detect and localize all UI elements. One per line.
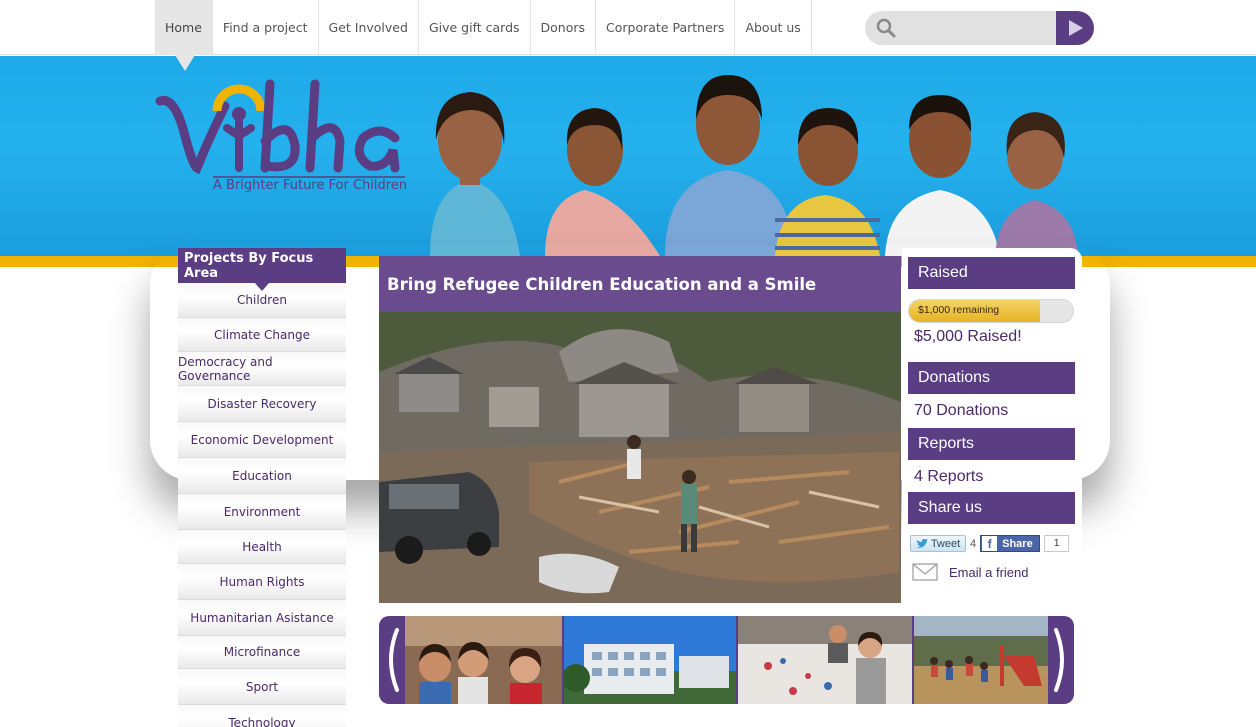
focus-item-sport[interactable]: Sport xyxy=(178,669,346,705)
nav-give-gift-cards-label: Give gift cards xyxy=(428,20,520,35)
focus-item-label: Humanitarian Asistance xyxy=(190,610,334,625)
sidebar-title-text: Projects By Focus Area xyxy=(184,250,314,281)
nav-find-a-project[interactable]: Find a project xyxy=(213,0,319,55)
focus-item-human-rights[interactable]: Human Rights xyxy=(178,564,346,600)
focus-item-label: Environment xyxy=(223,504,301,519)
nav-get-involved-label: Get Involved xyxy=(328,20,408,35)
logo-tagline: A Brighter Future For Children xyxy=(213,178,407,193)
carousel-next-arrow-icon[interactable] xyxy=(1048,616,1074,704)
child-4 xyxy=(775,108,880,256)
search-box xyxy=(865,11,1094,45)
focus-item-disaster-recovery[interactable]: Disaster Recovery xyxy=(178,386,346,422)
focus-item-label: Technology xyxy=(228,715,296,727)
reports-count[interactable]: 4 Reports xyxy=(914,468,983,486)
thumbnail-school-building[interactable] xyxy=(564,616,736,704)
search-submit-button[interactable] xyxy=(1056,11,1094,45)
disaster-debris-photo xyxy=(379,312,901,603)
nav-donors-label: Donors xyxy=(540,20,586,35)
email-a-friend-link[interactable]: Email a friend xyxy=(912,562,1028,582)
focus-item-label: Sport xyxy=(245,679,279,694)
focus-item-label: Human Rights xyxy=(219,574,305,589)
focus-item-label: Education xyxy=(232,468,292,483)
reports-header-text: Reports xyxy=(918,435,975,452)
focus-item-label: Climate Change xyxy=(214,327,310,342)
focus-item-health[interactable]: Health xyxy=(178,530,346,564)
focus-item-humanitarian-asistance[interactable]: Humanitarian Asistance xyxy=(178,600,346,636)
thumbnail-playground[interactable] xyxy=(914,616,1048,704)
nav-about-us-label: About us xyxy=(745,20,801,35)
focus-item-label: Economic Development xyxy=(190,432,334,447)
nav-corporate-partners[interactable]: Corporate Partners xyxy=(596,0,736,55)
focus-item-label: Democracy and Governance xyxy=(178,354,273,383)
child-6 xyxy=(995,112,1078,256)
banner-children-photo xyxy=(430,75,1078,256)
child-2 xyxy=(545,108,660,256)
thumbnail-carousel xyxy=(379,616,1074,704)
focus-item-technology[interactable]: Technology xyxy=(178,705,346,727)
hero-banner: A Brighter Future For Children xyxy=(0,56,1256,256)
child-5 xyxy=(885,95,1000,256)
top-navigation-bar: Home Find a project Get Involved Give gi… xyxy=(0,0,1256,71)
nav-give-gift-cards[interactable]: Give gift cards xyxy=(419,0,531,55)
thumbnail-children-smiling[interactable] xyxy=(405,616,562,704)
share-buttons: Tweet 4 f Share 1 xyxy=(910,535,1070,552)
main-nav: Home Find a project Get Involved Give gi… xyxy=(155,0,812,71)
nav-about-us[interactable]: About us xyxy=(735,0,812,55)
facebook-share-button[interactable]: f Share xyxy=(980,535,1041,552)
focus-item-education[interactable]: Education xyxy=(178,458,346,494)
donations-count[interactable]: 70 Donations xyxy=(914,402,1008,420)
focus-item-label: Disaster Recovery xyxy=(207,396,317,411)
raised-amount: $5,000 Raised! xyxy=(914,328,1022,345)
nav-get-involved[interactable]: Get Involved xyxy=(319,0,419,55)
tweet-button[interactable]: Tweet xyxy=(910,535,966,552)
search-input[interactable] xyxy=(903,15,1053,41)
donations-header-text: Donations xyxy=(918,369,991,386)
facebook-share-label: Share xyxy=(1002,537,1033,550)
share-header: Share us xyxy=(908,492,1075,524)
focus-item-label: Microfinance xyxy=(223,645,301,659)
sidebar-title: Projects By Focus Area xyxy=(178,248,346,291)
slide-title[interactable]: Bring Refugee Children Education and a S… xyxy=(387,275,816,294)
project-stats-panel: Raised $1,000 remaining $5,000 Raised! D… xyxy=(902,248,1082,588)
vibha-logo[interactable]: A Brighter Future For Children xyxy=(155,76,415,201)
share-header-text: Share us xyxy=(918,499,983,516)
funding-progress-bar: $1,000 remaining xyxy=(908,299,1074,323)
slide-title-bar: Bring Refugee Children Education and a S… xyxy=(379,256,901,312)
focus-area-sidebar: Projects By Focus Area Children Climate … xyxy=(178,248,346,727)
carousel-prev-arrow-icon[interactable] xyxy=(379,616,405,704)
nav-home[interactable]: Home xyxy=(155,0,213,71)
tweet-label: Tweet xyxy=(930,537,961,550)
remaining-amount: $1,000 remaining xyxy=(918,304,1000,316)
nav-donors[interactable]: Donors xyxy=(531,0,597,55)
facebook-icon: f xyxy=(982,536,998,551)
child-1 xyxy=(430,92,520,256)
nav-find-a-project-label: Find a project xyxy=(222,20,308,35)
donations-header: Donations xyxy=(908,362,1075,394)
child-3 xyxy=(665,75,795,256)
tweet-count: 4 xyxy=(970,537,977,550)
raised-header-text: Raised xyxy=(918,264,968,281)
envelope-icon xyxy=(912,563,938,581)
focus-item-democracy-and-governance[interactable]: Democracy and Governance xyxy=(178,352,346,386)
featured-project-slide[interactable]: Bring Refugee Children Education and a S… xyxy=(379,256,901,603)
reports-header: Reports xyxy=(908,428,1075,460)
focus-item-microfinance[interactable]: Microfinance xyxy=(178,636,346,669)
focus-item-climate-change[interactable]: Climate Change xyxy=(178,318,346,352)
twitter-bird-icon xyxy=(915,538,928,548)
nav-corporate-partners-label: Corporate Partners xyxy=(606,20,725,35)
focus-item-environment[interactable]: Environment xyxy=(178,494,346,530)
focus-item-economic-development[interactable]: Economic Development xyxy=(178,422,346,458)
email-a-friend-label: Email a friend xyxy=(949,564,1029,580)
nav-home-label: Home xyxy=(165,20,202,35)
facebook-share-count: 1 xyxy=(1044,535,1070,552)
thumbnail-children-painting[interactable] xyxy=(738,616,912,704)
focus-item-label: Health xyxy=(242,539,282,554)
search-icon xyxy=(876,18,896,38)
raised-header: Raised xyxy=(908,257,1075,289)
focus-item-label: Children xyxy=(237,293,287,307)
